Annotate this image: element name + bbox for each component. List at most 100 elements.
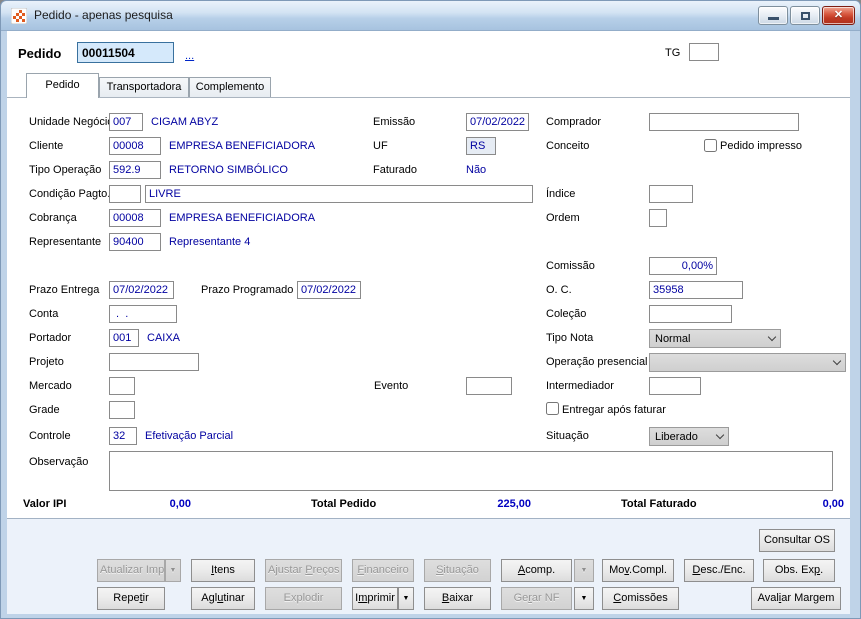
oc-input[interactable] [649, 281, 743, 299]
baixar-button[interactable]: Baixar [424, 587, 491, 610]
projeto-input[interactable] [109, 353, 199, 371]
conta-label: Conta [29, 308, 58, 320]
maximize-button[interactable] [790, 6, 820, 25]
uf-input[interactable] [466, 137, 496, 155]
acomp-dropdown-icon[interactable]: ▼ [574, 559, 594, 582]
representante-input[interactable] [109, 233, 161, 251]
operacao-presencial-select[interactable] [649, 353, 846, 372]
cobranca-input[interactable] [109, 209, 161, 227]
ordem-label: Ordem [546, 212, 580, 224]
mov-compl-button[interactable]: Mov.Compl. [602, 559, 674, 582]
repetir-button[interactable]: Repetir [97, 587, 165, 610]
comissao-input[interactable] [649, 257, 717, 275]
situacao-button[interactable]: Situação [424, 559, 491, 582]
situacao-label: Situação [546, 430, 589, 442]
gerar-nf-button[interactable]: Gerar NF [501, 587, 572, 610]
condicao-pagto-code-input[interactable] [109, 185, 141, 203]
total-faturado-label: Total Faturado [621, 498, 697, 510]
minimize-button[interactable] [758, 6, 788, 25]
portador-input[interactable] [109, 329, 139, 347]
colecao-label: Coleção [546, 308, 586, 320]
tab-pedido[interactable]: Pedido [26, 73, 99, 98]
mercado-input[interactable] [109, 377, 135, 395]
close-button[interactable]: ✕ [822, 6, 855, 25]
comissao-label: Comissão [546, 260, 595, 272]
maximize-icon [801, 12, 810, 20]
pedido-number-input[interactable] [77, 42, 174, 63]
unidade-negocio-input[interactable] [109, 113, 143, 131]
tab-strip-line [7, 97, 850, 98]
financeiro-button[interactable]: Financeiro [352, 559, 414, 582]
cliente-input[interactable] [109, 137, 161, 155]
total-pedido-label: Total Pedido [311, 498, 376, 510]
tipo-operacao-label: Tipo Operação [29, 164, 101, 176]
grade-label: Grade [29, 404, 60, 416]
prazo-entrega-input[interactable] [109, 281, 174, 299]
controle-input[interactable] [109, 427, 137, 445]
tg-input[interactable] [689, 43, 719, 61]
chevron-down-icon [768, 333, 776, 341]
ordem-input[interactable] [649, 209, 667, 227]
uf-label: UF [373, 140, 388, 152]
comprador-label: Comprador [546, 116, 601, 128]
valor-ipi-label: Valor IPI [23, 498, 66, 510]
tipo-operacao-input[interactable] [109, 161, 161, 179]
emissao-label: Emissão [373, 116, 415, 128]
imprimir-dropdown-icon[interactable]: ▼ [398, 587, 414, 610]
desc-enc-button[interactable]: Desc./Enc. [684, 559, 754, 582]
cliente-label: Cliente [29, 140, 63, 152]
tg-label: TG [665, 47, 680, 59]
atualizar-imp-dropdown-icon[interactable]: ▼ [165, 559, 181, 582]
imprimir-button[interactable]: Imprimir [352, 587, 398, 610]
close-icon: ✕ [834, 9, 843, 21]
tipo-operacao-desc: RETORNO SIMBÓLICO [169, 164, 288, 176]
pedido-lookup-link[interactable]: ... [185, 50, 194, 62]
conceito-label: Conceito [546, 140, 589, 152]
conta-input[interactable] [109, 305, 177, 323]
controle-desc: Efetivação Parcial [145, 430, 233, 442]
tab-complemento[interactable]: Complemento [189, 77, 271, 97]
tab-transportadora[interactable]: Transportadora [99, 77, 189, 97]
condicao-pagto-desc-input[interactable] [145, 185, 533, 203]
cobranca-label: Cobrança [29, 212, 77, 224]
observacao-textarea[interactable] [109, 451, 833, 491]
faturado-value: Não [466, 164, 486, 176]
portador-label: Portador [29, 332, 71, 344]
pedido-window: Pedido - apenas pesquisa ✕ Pedido ... TG… [0, 0, 861, 619]
gerar-nf-dropdown-icon[interactable]: ▼ [574, 587, 594, 610]
situacao-select[interactable]: Liberado [649, 427, 729, 446]
colecao-input[interactable] [649, 305, 732, 323]
ajustar-precos-button[interactable]: Ajustar Preços [265, 559, 342, 582]
observacao-label: Observação [29, 456, 88, 468]
explodir-button[interactable]: Explodir [265, 587, 342, 610]
acomp-button[interactable]: Acomp. [501, 559, 572, 582]
pedido-impresso-checkbox[interactable] [704, 139, 717, 152]
portador-desc: CAIXA [147, 332, 180, 344]
indice-label: Índice [546, 188, 575, 200]
intermediador-input[interactable] [649, 377, 701, 395]
entregar-apos-faturar-checkbox[interactable] [546, 402, 559, 415]
comissoes-button[interactable]: Comissões [602, 587, 679, 610]
entregar-apos-faturar-label: Entregar após faturar [562, 404, 666, 416]
situacao-selected: Liberado [655, 431, 698, 443]
mercado-label: Mercado [29, 380, 72, 392]
indice-input[interactable] [649, 185, 693, 203]
chevron-down-icon [716, 431, 724, 439]
intermediador-label: Intermediador [546, 380, 614, 392]
evento-input[interactable] [466, 377, 512, 395]
tipo-nota-select[interactable]: Normal [649, 329, 781, 348]
comprador-input[interactable] [649, 113, 799, 131]
grade-input[interactable] [109, 401, 135, 419]
obs-exp-button[interactable]: Obs. Exp. [763, 559, 835, 582]
titlebar[interactable]: Pedido - apenas pesquisa ✕ [1, 1, 861, 31]
emissao-input[interactable] [466, 113, 529, 131]
cliente-desc: EMPRESA BENEFICIADORA [169, 140, 315, 152]
avaliar-margem-button[interactable]: Avaliar Margem [751, 587, 841, 610]
atualizar-imp-button[interactable]: Atualizar Imp [97, 559, 165, 582]
consultar-os-button[interactable]: Consultar OS [759, 529, 835, 552]
aglutinar-button[interactable]: Aglutinar [191, 587, 255, 610]
itens-button[interactable]: Itens [191, 559, 255, 582]
prazo-programado-input[interactable] [297, 281, 361, 299]
total-pedido-value: 225,00 [431, 498, 531, 510]
controle-label: Controle [29, 430, 71, 442]
